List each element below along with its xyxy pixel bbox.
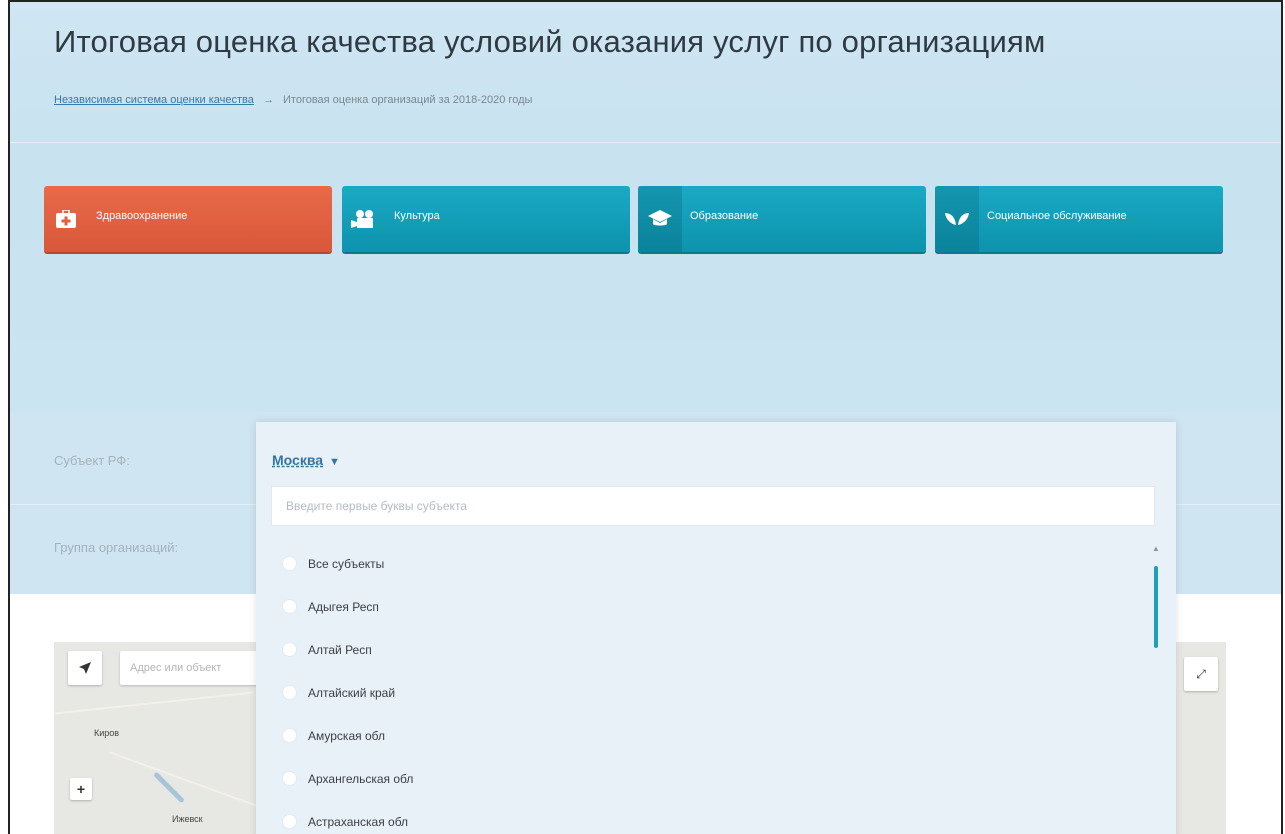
location-arrow-icon bbox=[79, 662, 91, 674]
radio-button[interactable] bbox=[283, 729, 296, 742]
graduation-cap-icon bbox=[638, 186, 682, 252]
subject-option[interactable]: Алтай Респ bbox=[271, 628, 1151, 671]
dropdown-scrollbar[interactable]: ▲ bbox=[1152, 544, 1160, 834]
category-label: Социальное обслуживание bbox=[987, 210, 1127, 222]
option-label: Архангельская обл bbox=[308, 771, 414, 786]
radio-button[interactable] bbox=[283, 686, 296, 699]
breadcrumb-root-link[interactable]: Независимая система оценки качества bbox=[54, 94, 254, 106]
subject-option[interactable]: Амурская обл bbox=[271, 714, 1151, 757]
option-label: Все субъекты bbox=[308, 556, 385, 571]
category-label: Здравоохранение bbox=[96, 210, 188, 222]
subject-dropdown-toggle[interactable]: Москва ▼ bbox=[272, 452, 340, 468]
radio-button[interactable] bbox=[283, 772, 296, 785]
radio-button[interactable] bbox=[283, 600, 296, 613]
subject-filter-label: Субъект РФ: bbox=[54, 453, 130, 468]
page-title: Итоговая оценка качества условий оказани… bbox=[54, 24, 1046, 59]
option-label: Алтай Респ bbox=[308, 642, 372, 657]
radio-button[interactable] bbox=[283, 815, 296, 828]
category-label: Культура bbox=[394, 210, 440, 222]
medical-kit-icon bbox=[44, 186, 88, 252]
subject-options-list: Все субъекты Адыгея Респ Алтай Респ Алта… bbox=[271, 542, 1151, 834]
group-filter-label: Группа организаций: bbox=[54, 540, 179, 555]
map-address-search[interactable]: Адрес или объект bbox=[120, 651, 270, 685]
option-label: Амурская обл bbox=[308, 728, 385, 743]
map-road bbox=[54, 691, 254, 715]
map-city-label: Киров bbox=[94, 728, 120, 738]
option-label: Алтайский край bbox=[308, 685, 396, 700]
category-healthcare-button[interactable]: Здравоохранение bbox=[44, 186, 332, 252]
film-camera-icon bbox=[342, 186, 386, 252]
page-header: Итоговая оценка качества условий оказани… bbox=[10, 2, 1281, 412]
expand-icon: ⤢ bbox=[1196, 666, 1206, 681]
subject-option[interactable]: Алтайский край bbox=[271, 671, 1151, 714]
breadcrumb: Независимая система оценки качества → Ит… bbox=[54, 94, 532, 106]
map-road bbox=[109, 751, 279, 815]
subject-option-all[interactable]: Все субъекты bbox=[271, 542, 1151, 585]
category-social-button[interactable]: Социальное обслуживание bbox=[935, 186, 1223, 252]
radio-button[interactable] bbox=[283, 643, 296, 656]
fullscreen-button[interactable]: ⤢ bbox=[1184, 657, 1218, 691]
geolocation-button[interactable] bbox=[68, 651, 102, 685]
radio-button[interactable] bbox=[283, 557, 296, 570]
header-divider bbox=[10, 142, 1281, 143]
subject-option[interactable]: Адыгея Респ bbox=[271, 585, 1151, 628]
scroll-up-icon[interactable]: ▲ bbox=[1152, 544, 1160, 553]
zoom-in-button[interactable]: + bbox=[70, 778, 92, 800]
subject-option[interactable]: Астраханская обл bbox=[271, 800, 1151, 834]
option-label: Астраханская обл bbox=[308, 814, 409, 829]
category-education-button[interactable]: Образование bbox=[638, 186, 926, 252]
subject-search-input[interactable] bbox=[271, 486, 1155, 526]
selected-subject: Москва bbox=[272, 452, 324, 468]
breadcrumb-current: Итоговая оценка организаций за 2018-2020… bbox=[283, 94, 533, 106]
subject-option[interactable]: Архангельская обл bbox=[271, 757, 1151, 800]
hands-icon bbox=[935, 186, 979, 252]
page-frame: Итоговая оценка качества условий оказани… bbox=[8, 0, 1283, 834]
scrollbar-thumb[interactable] bbox=[1154, 566, 1158, 648]
dropdown-arrow-icon: ▼ bbox=[329, 456, 340, 468]
breadcrumb-separator: → bbox=[262, 94, 274, 106]
map-city-label: Ижевск bbox=[172, 814, 203, 824]
category-culture-button[interactable]: Культура bbox=[342, 186, 630, 252]
subject-dropdown: Москва ▼ Все субъекты Адыгея Респ Алтай Р… bbox=[256, 422, 1176, 834]
category-label: Образование bbox=[690, 210, 759, 222]
option-label: Адыгея Респ bbox=[308, 599, 379, 614]
